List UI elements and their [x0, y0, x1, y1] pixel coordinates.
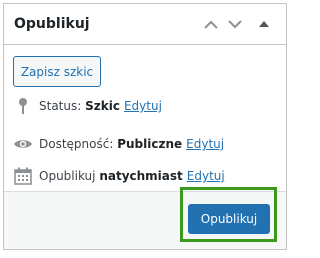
chevron-up-icon [204, 20, 218, 29]
publish-button[interactable]: Opublikuj [188, 204, 270, 234]
edit-status-link[interactable]: Edytuj [124, 99, 162, 113]
triangle-up-icon [259, 21, 269, 27]
visibility-row: Dostępność: Publiczne Edytuj [13, 134, 224, 154]
move-down-button[interactable] [225, 14, 245, 34]
visibility-label: Dostępność: [39, 137, 114, 151]
pin-icon [13, 96, 33, 116]
status-row: Status: Szkic Edytuj [13, 96, 162, 116]
calendar-icon [13, 166, 33, 186]
schedule-value: natychmiast [99, 169, 183, 183]
visibility-value: Publiczne [117, 137, 183, 151]
panel-header: Opublikuj [4, 4, 286, 45]
edit-schedule-link[interactable]: Edytuj [187, 169, 225, 183]
move-up-button[interactable] [201, 14, 221, 34]
toggle-panel-button[interactable] [254, 14, 274, 34]
schedule-row: Opublikuj natychmiast Edytuj [13, 166, 225, 186]
status-label: Status: [39, 99, 82, 113]
schedule-label: Opublikuj [39, 169, 96, 183]
eye-icon [13, 134, 33, 154]
save-draft-button[interactable]: Zapisz szkic [13, 56, 101, 87]
panel-title: Opublikuj [14, 16, 90, 32]
edit-visibility-link[interactable]: Edytuj [186, 137, 224, 151]
status-value: Szkic [85, 99, 120, 113]
chevron-down-icon [228, 19, 242, 28]
